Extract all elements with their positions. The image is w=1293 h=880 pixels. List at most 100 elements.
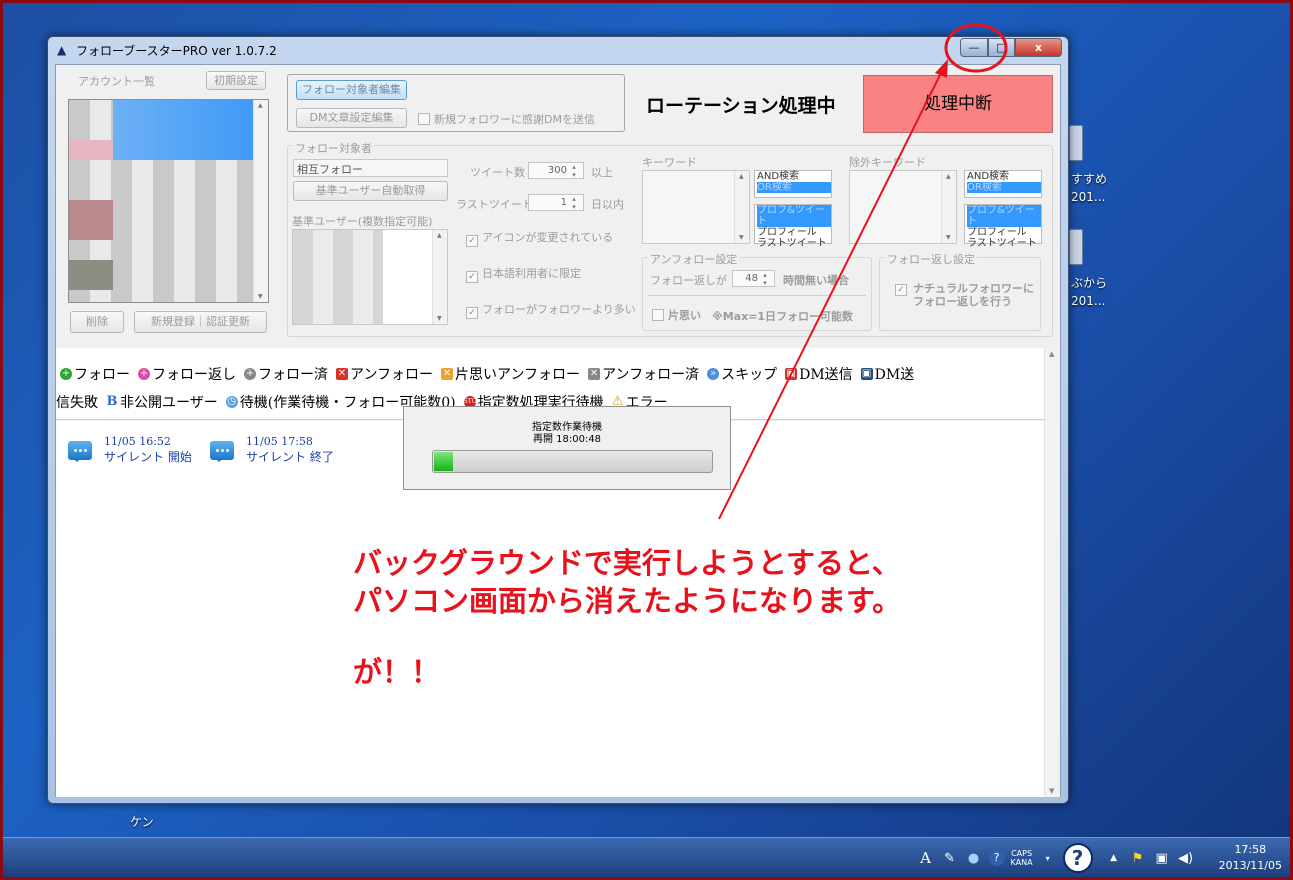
exclude-and-option[interactable]: AND検索 bbox=[967, 171, 1041, 182]
desktop-icon-1[interactable] bbox=[1069, 125, 1083, 161]
desktop-item-label-2[interactable]: ぶから 201... bbox=[1071, 274, 1107, 310]
caps-kana-indicator[interactable]: CAPS KANA bbox=[1011, 849, 1033, 867]
reset-settings-button[interactable]: 初期設定 bbox=[206, 71, 266, 90]
tweet-count-spinner[interactable]: 300 bbox=[528, 162, 584, 179]
private-b-icon: B bbox=[106, 394, 118, 409]
account-selected-highlight bbox=[113, 100, 255, 160]
keyword-textarea[interactable] bbox=[642, 170, 750, 244]
stop-processing-button[interactable]: 処理中断 bbox=[863, 75, 1053, 133]
log-entry-1-chat-icon bbox=[68, 441, 92, 462]
keyword-or-option[interactable]: OR検索 bbox=[757, 182, 831, 193]
follow-targets-label: フォロー対象者 bbox=[293, 140, 374, 156]
natural-followback-box: ✓ bbox=[895, 284, 907, 296]
keyword-scrollbar[interactable] bbox=[734, 171, 749, 243]
follow-mode-field[interactable]: 相互フォロー bbox=[293, 159, 448, 177]
oneway-checkbox[interactable]: 片思い bbox=[652, 307, 701, 323]
wait-popup: 指定数作業待機 再開 18:00:48 bbox=[403, 406, 731, 490]
legend-follow-label: フォロー bbox=[74, 367, 130, 383]
unfollow-x-icon: ✕ bbox=[336, 368, 348, 380]
follows-more-label: フォローがフォロワーより多い bbox=[482, 303, 636, 316]
oneway-note: ※Max=1日フォロー可能数 bbox=[712, 310, 854, 323]
log-entry-1-message: サイレント 開始 bbox=[104, 450, 192, 464]
tools-icon[interactable]: ✎ bbox=[941, 851, 959, 866]
exclude-field-list[interactable]: プロフ&ツイート プロフィール ラストツイート bbox=[964, 204, 1042, 249]
desktop-item-1-line1: すすめ bbox=[1071, 172, 1108, 186]
exclude-keyword-textarea[interactable] bbox=[849, 170, 957, 244]
follow-mode-value: 相互フォロー bbox=[297, 163, 363, 176]
unfollow-prefix: フォロー返しが bbox=[650, 274, 727, 287]
exclude-field-both[interactable]: プロフ&ツイート bbox=[967, 205, 1041, 227]
natural-followback-line2: フォロー返しを行う bbox=[913, 295, 1012, 308]
icon-changed-checkbox[interactable]: ✓ アイコンが変更されている bbox=[466, 229, 613, 247]
unfollowed-x-icon: ✕ bbox=[588, 368, 601, 380]
keyword-field-last-tweet[interactable]: ラストツイート bbox=[757, 238, 831, 249]
base-users-blur bbox=[293, 230, 383, 324]
minimize-button[interactable]: — bbox=[960, 38, 988, 57]
account-list[interactable] bbox=[68, 99, 269, 303]
exclude-search-mode-list[interactable]: AND検索 OR検索 bbox=[964, 170, 1042, 198]
network-icon[interactable]: ▣ bbox=[1153, 851, 1171, 866]
clock-time: 17:58 bbox=[1234, 843, 1267, 856]
natural-followback-checkbox[interactable]: ✓ bbox=[895, 280, 911, 296]
close-button[interactable]: x bbox=[1015, 38, 1062, 57]
keyword-and-option[interactable]: AND検索 bbox=[757, 171, 831, 182]
desktop-item-2-line2: 201... bbox=[1071, 294, 1106, 308]
legend-dm-failed-cont-label: 信失敗 bbox=[56, 395, 98, 411]
desktop-item-2-line1: ぶから bbox=[1071, 276, 1108, 290]
legend-oneway-unfollow-label: 片思いアンフォロー bbox=[455, 367, 581, 383]
base-users-list[interactable] bbox=[292, 229, 448, 325]
follow-plus-icon: + bbox=[60, 368, 72, 380]
keyword-label: キーワード bbox=[642, 156, 697, 169]
tweet-count-label: ツイート数 bbox=[470, 166, 525, 179]
ime-help-icon[interactable]: ? bbox=[988, 850, 1005, 866]
action-center-flag-icon[interactable]: ⚑ bbox=[1129, 851, 1147, 866]
log-entry-2-message: サイレント 終了 bbox=[246, 450, 334, 464]
delete-account-button[interactable]: 削除 bbox=[70, 311, 124, 333]
log-entry-2-time: 11/05 17:58 bbox=[246, 435, 313, 448]
desktop-item-label-1[interactable]: すすめ 201... bbox=[1071, 170, 1107, 206]
log-entry-1-time: 11/05 16:52 bbox=[104, 435, 171, 448]
title-bar[interactable]: ▲ フォローブースターPRO ver 1.0.7.2 — □ x bbox=[48, 37, 1068, 63]
maximize-button[interactable]: □ bbox=[988, 38, 1015, 57]
tray-clock[interactable]: 17:58 2013/11/05 bbox=[1219, 842, 1282, 874]
exclude-field-last-tweet[interactable]: ラストツイート bbox=[967, 238, 1041, 249]
legend-follow: + フォロー bbox=[60, 364, 130, 384]
exclude-field-profile[interactable]: プロフィール bbox=[967, 227, 1041, 238]
keyword-field-list[interactable]: プロフ&ツイート プロフィール ラストツイート bbox=[754, 204, 832, 249]
wait-progress-bar bbox=[432, 450, 713, 473]
desktop-icon-2[interactable] bbox=[1069, 229, 1083, 265]
ime-a-icon[interactable]: A bbox=[917, 849, 935, 867]
edit-follow-targets-button[interactable]: フォロー対象者編集 bbox=[296, 80, 407, 100]
keyword-field-both[interactable]: プロフ&ツイート bbox=[757, 205, 831, 227]
followed-plus-icon: + bbox=[244, 368, 256, 380]
keyword-search-mode-list[interactable]: AND検索 OR検索 bbox=[754, 170, 832, 198]
follows-more-checkbox[interactable]: ✓ フォローがフォロワーより多い bbox=[466, 301, 636, 319]
main-scrollbar[interactable] bbox=[1044, 348, 1060, 797]
follows-more-box: ✓ bbox=[466, 307, 478, 319]
keyword-field-profile[interactable]: プロフィール bbox=[757, 227, 831, 238]
volume-icon[interactable]: ◀) bbox=[1177, 851, 1195, 866]
auto-fetch-base-users-button[interactable]: 基準ユーザー自動取得 bbox=[293, 181, 448, 201]
unfollow-hours-spinner[interactable]: 48 bbox=[732, 270, 775, 287]
edit-dm-text-button[interactable]: DM文章設定編集 bbox=[296, 108, 407, 128]
window-title: フォローブースターPRO ver 1.0.7.2 bbox=[76, 44, 277, 58]
log-entry-2: 11/05 17:58 サイレント 終了 bbox=[246, 435, 334, 465]
register-account-button[interactable]: 新規登録｜認証更新 bbox=[134, 311, 267, 333]
legend-row-1: + フォロー + フォロー返し + フォロー済 ✕ アンフォロー ✕ 片思いアンフォロー … bbox=[60, 364, 914, 384]
legend-dm-failed: ▣ DM送 bbox=[860, 364, 914, 384]
kana-label: KANA bbox=[1010, 858, 1033, 867]
legend-followback: + フォロー返し bbox=[138, 364, 236, 384]
last-tweet-spinner[interactable]: 1 bbox=[528, 194, 584, 211]
thanks-dm-checkbox[interactable]: 新規フォロワーに感謝DMを送信 bbox=[418, 111, 595, 127]
japanese-only-checkbox[interactable]: ✓ 日本語利用者に限定 bbox=[466, 265, 581, 283]
account-pixel-c bbox=[69, 260, 113, 290]
exclude-keyword-scrollbar[interactable] bbox=[941, 171, 956, 243]
dropdown-arrow-icon[interactable]: ▾ bbox=[1039, 854, 1057, 863]
help-icon[interactable]: ? bbox=[1062, 843, 1093, 873]
show-hidden-icons-arrow[interactable]: ▲ bbox=[1105, 853, 1123, 863]
exclude-or-option[interactable]: OR検索 bbox=[967, 182, 1041, 193]
legend-oneway-unfollow: ✕ 片思いアンフォロー bbox=[441, 364, 580, 384]
base-users-scrollbar[interactable] bbox=[432, 230, 447, 324]
ime-ball-icon[interactable]: ● bbox=[965, 851, 983, 866]
account-list-scrollbar[interactable] bbox=[253, 100, 268, 302]
